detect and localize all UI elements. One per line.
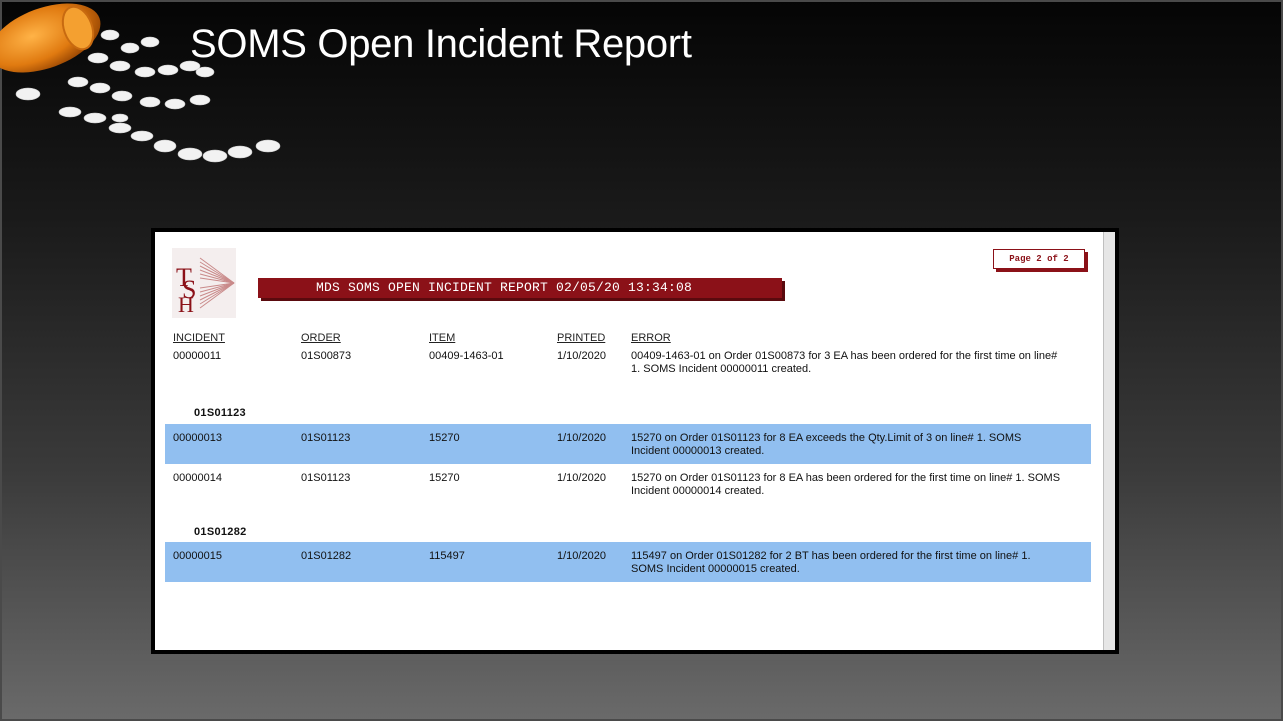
cell-printed: 1/10/2020: [557, 550, 606, 562]
cell-item: 115497: [429, 550, 465, 562]
cell-printed: 1/10/2020: [557, 432, 606, 444]
tsh-logo: T S H: [172, 248, 236, 318]
report-screenshot: T S H MDS SOMS OPEN INCIDENT REPORT 02/0…: [151, 228, 1119, 654]
table-row: 00000015 01S01282 115497 1/10/2020 11549…: [165, 542, 1091, 582]
report-page: T S H MDS SOMS OPEN INCIDENT REPORT 02/0…: [155, 232, 1115, 650]
table-row: 00000011 01S00873 00409-1463-01 1/10/202…: [165, 342, 1091, 382]
cell-incident: 00000015: [173, 550, 222, 562]
slide-title: SOMS Open Incident Report: [190, 22, 692, 66]
cell-order: 01S01282: [301, 550, 352, 562]
cell-order: 01S01123: [301, 472, 351, 484]
group-header: 01S01282: [194, 526, 247, 538]
table-row: 00000014 01S01123 15270 1/10/2020 15270 …: [165, 464, 1091, 504]
table-row: 00000013 01S01123 15270 1/10/2020 15270 …: [165, 424, 1091, 464]
cell-printed: 1/10/2020: [557, 350, 606, 362]
cell-item: 15270: [429, 472, 460, 484]
vertical-scrollbar[interactable]: [1103, 232, 1115, 650]
cell-incident: 00000013: [173, 432, 222, 444]
cell-error: 115497 on Order 01S01282 for 2 BT has be…: [631, 550, 1031, 575]
cell-item: 00409-1463-01: [429, 350, 504, 362]
cell-error: 00409-1463-01 on Order 01S00873 for 3 EA…: [631, 350, 1058, 375]
page-indicator: Page 2 of 2: [993, 249, 1085, 269]
cell-incident: 00000011: [173, 350, 222, 362]
group-header: 01S01123: [194, 407, 246, 419]
cell-error: 15270 on Order 01S01123 for 8 EA has bee…: [631, 472, 1061, 497]
cell-order: 01S00873: [301, 350, 352, 362]
cell-printed: 1/10/2020: [557, 472, 606, 484]
svg-text:H: H: [178, 292, 194, 317]
cell-item: 15270: [429, 432, 460, 444]
cell-order: 01S01123: [301, 432, 351, 444]
cell-incident: 00000014: [173, 472, 222, 484]
report-banner-title: MDS SOMS OPEN INCIDENT REPORT 02/05/20 1…: [258, 278, 782, 298]
cell-error: 15270 on Order 01S01123 for 8 EA exceeds…: [631, 432, 1022, 457]
